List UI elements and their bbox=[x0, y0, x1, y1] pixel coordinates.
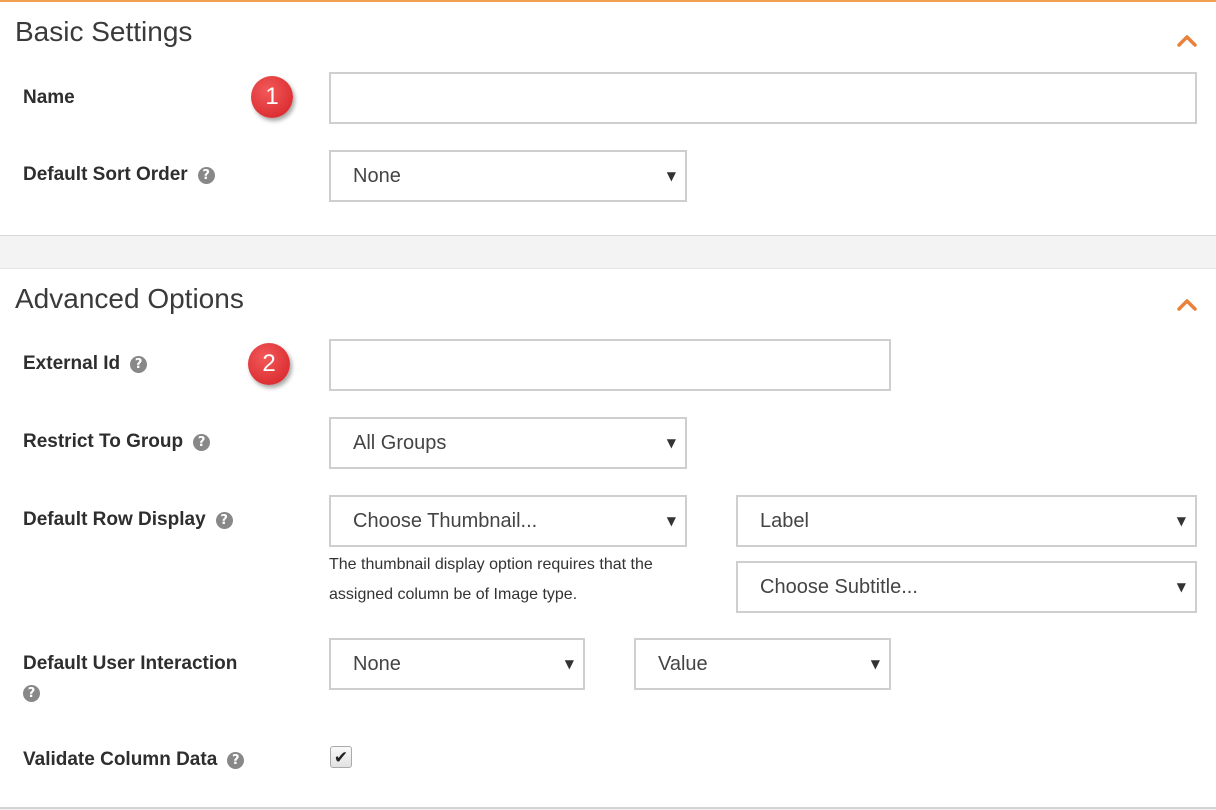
step-marker-2: 2 bbox=[248, 343, 290, 385]
default-row-display-label-text: Default Row Display bbox=[23, 509, 206, 530]
validate-column-data-label-text: Validate Column Data bbox=[23, 749, 218, 770]
external-id-label-text: External Id bbox=[23, 353, 121, 374]
thumbnail-value: Choose Thumbnail... bbox=[353, 509, 538, 532]
interaction-target-value: Value bbox=[658, 652, 708, 675]
question-circle-icon[interactable]: ? bbox=[130, 355, 148, 373]
caret-down-icon: ▼ bbox=[870, 657, 880, 671]
thumbnail-help-text: The thumbnail display option requires th… bbox=[329, 556, 653, 603]
subtitle-value: Choose Subtitle... bbox=[760, 575, 918, 598]
caret-down-icon: ▼ bbox=[1176, 514, 1186, 528]
question-circle-icon[interactable]: ? bbox=[23, 685, 40, 702]
default-sort-order-label-text: Default Sort Order bbox=[23, 164, 188, 185]
validate-column-data-checkbox[interactable]: ✔ bbox=[330, 746, 352, 768]
validate-column-data-label: Validate Column Data ? bbox=[23, 746, 245, 774]
label-select[interactable]: Label ▼ bbox=[736, 495, 1197, 547]
default-user-interaction-label-text: Default User Interaction bbox=[23, 653, 238, 674]
chevron-up-icon[interactable] bbox=[1176, 296, 1198, 314]
thumbnail-select[interactable]: Choose Thumbnail... ▼ bbox=[329, 495, 687, 547]
restrict-to-group-select[interactable]: All Groups ▼ bbox=[329, 417, 687, 469]
default-sort-order-value: None bbox=[353, 164, 401, 187]
question-circle-icon[interactable]: ? bbox=[197, 166, 215, 184]
caret-down-icon: ▼ bbox=[666, 436, 676, 450]
question-circle-icon[interactable]: ? bbox=[215, 511, 233, 529]
caret-down-icon: ▼ bbox=[666, 514, 676, 528]
question-circle-icon[interactable]: ? bbox=[193, 433, 211, 451]
restrict-to-group-label-text: Restrict To Group bbox=[23, 431, 184, 452]
subtitle-select[interactable]: Choose Subtitle... ▼ bbox=[736, 561, 1197, 613]
caret-down-icon: ▼ bbox=[564, 657, 574, 671]
label-value: Label bbox=[760, 509, 809, 532]
interaction-target-select[interactable]: Value ▼ bbox=[634, 638, 891, 690]
checkmark-icon: ✔ bbox=[333, 748, 349, 768]
default-row-display-label: Default Row Display ? bbox=[23, 506, 233, 534]
default-user-interaction-label: Default User Interaction bbox=[23, 650, 237, 678]
caret-down-icon: ▼ bbox=[666, 169, 676, 183]
panel-title-advanced-options: Advanced Options bbox=[15, 283, 244, 314]
default-sort-order-select[interactable]: None ▼ bbox=[329, 150, 687, 202]
question-circle-icon[interactable]: ? bbox=[227, 751, 245, 769]
external-id-label: External Id ? bbox=[23, 350, 148, 378]
restrict-to-group-label: Restrict To Group ? bbox=[23, 428, 211, 456]
default-sort-order-label: Default Sort Order ? bbox=[23, 161, 215, 189]
chevron-up-icon[interactable] bbox=[1176, 32, 1198, 50]
name-label-text: Name bbox=[23, 87, 75, 108]
name-label: Name bbox=[23, 84, 75, 112]
user-interaction-value: None bbox=[353, 652, 401, 675]
external-id-input[interactable] bbox=[329, 339, 891, 391]
step-marker-1: 1 bbox=[251, 76, 293, 118]
panel-title-basic-settings: Basic Settings bbox=[15, 16, 193, 47]
caret-down-icon: ▼ bbox=[1176, 580, 1186, 594]
user-interaction-select[interactable]: None ▼ bbox=[329, 638, 585, 690]
name-input[interactable] bbox=[329, 72, 1197, 124]
restrict-to-group-value: All Groups bbox=[353, 431, 447, 454]
